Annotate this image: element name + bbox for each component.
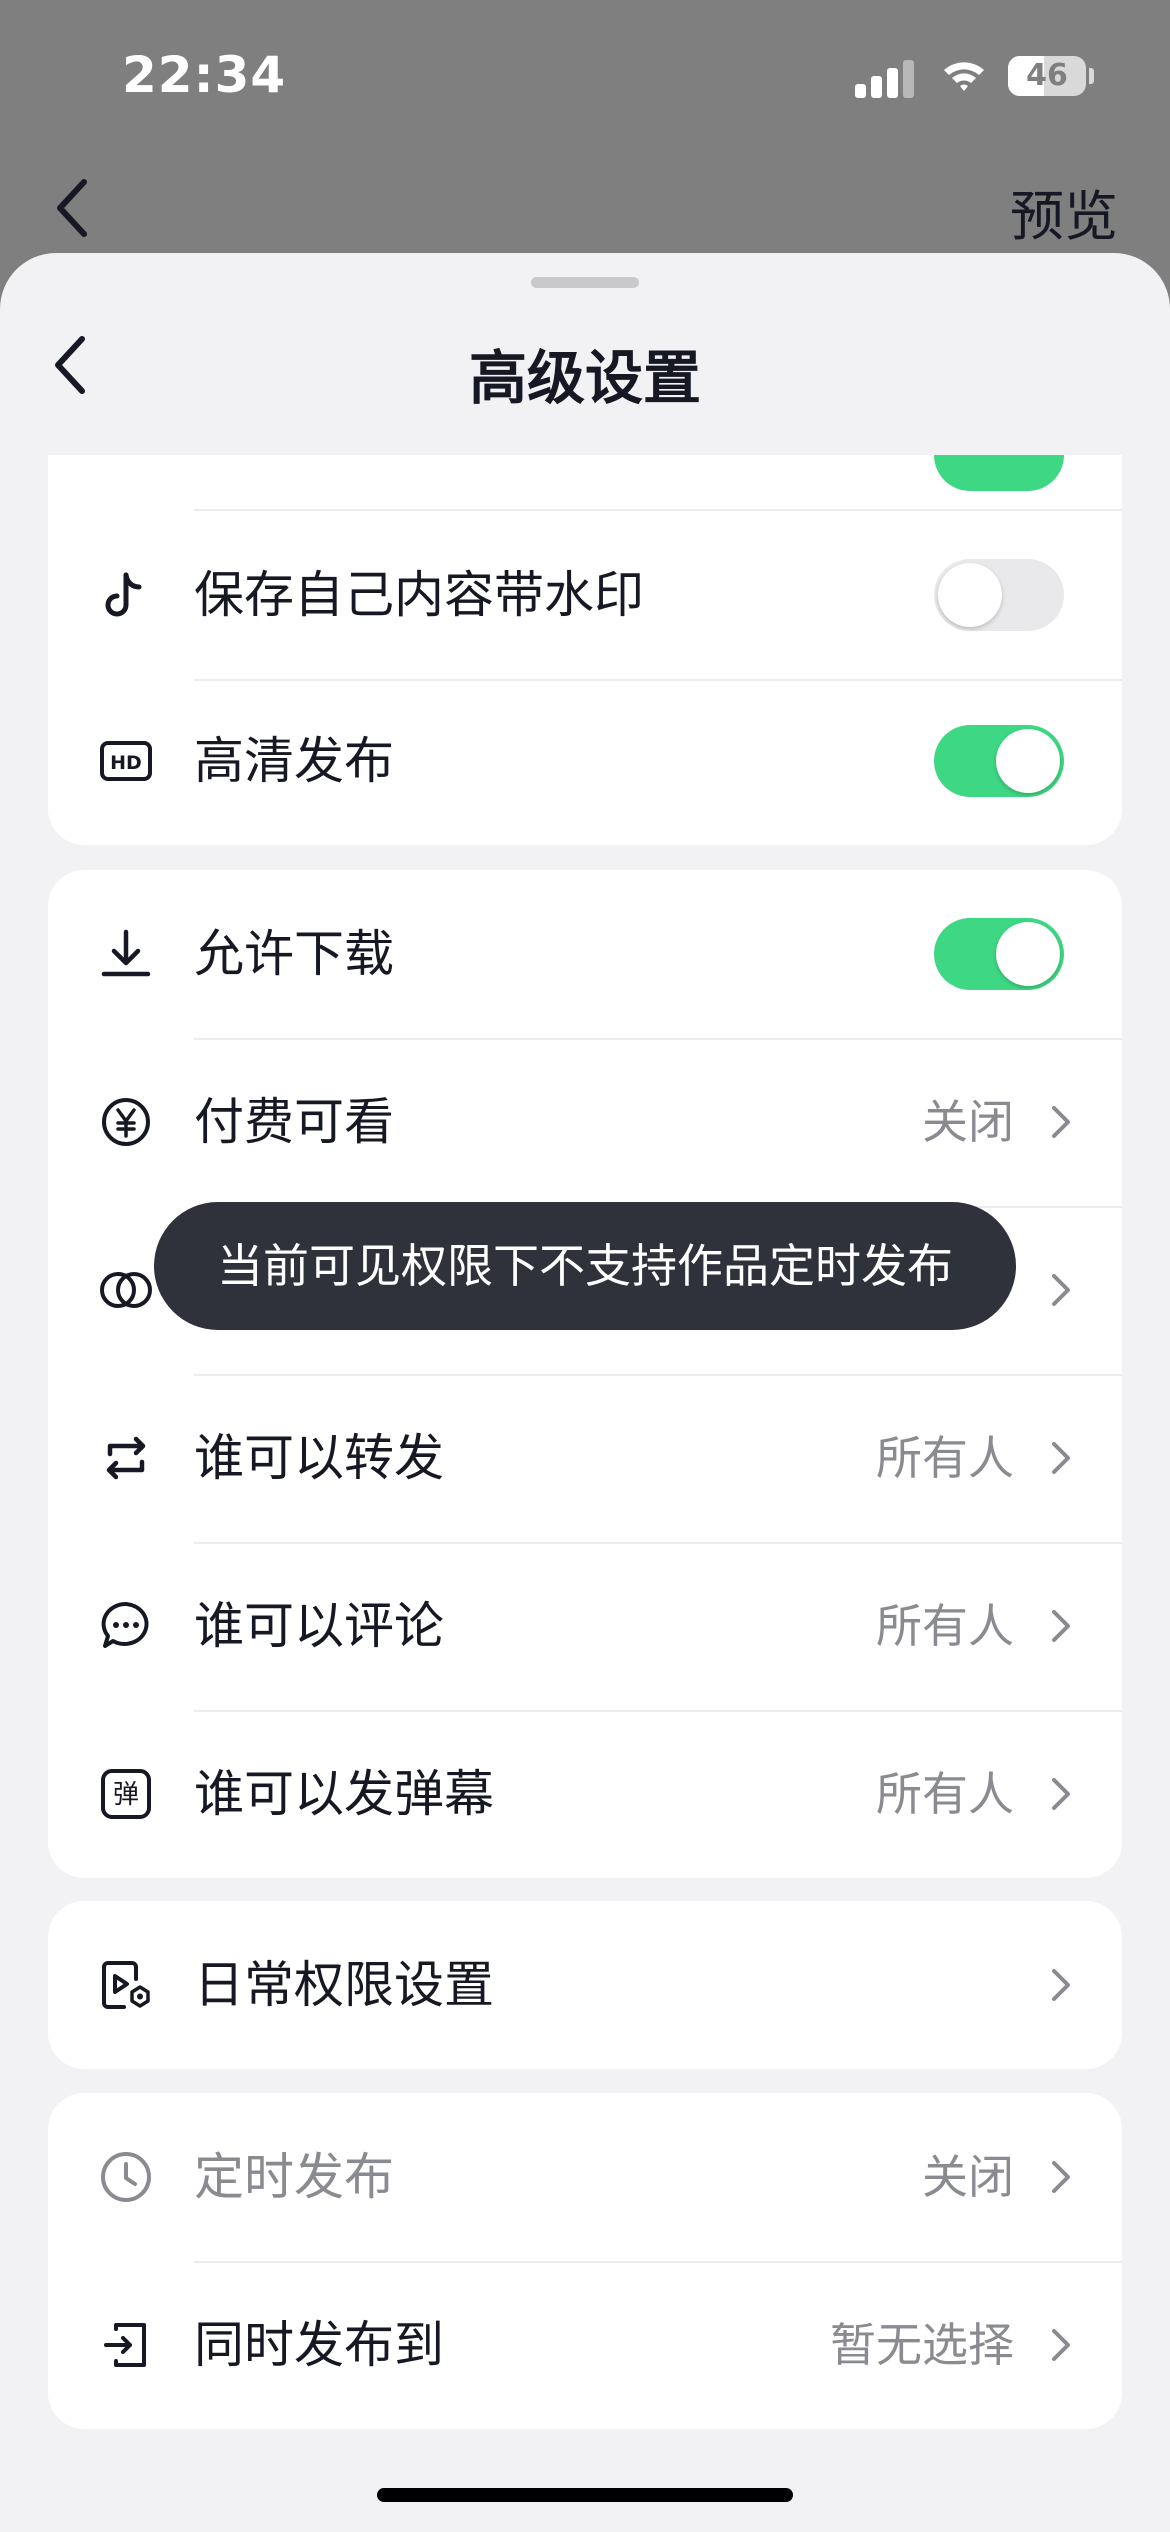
toast-message: 当前可见权限下不支持作品定时发布 <box>154 1202 1016 1330</box>
chevron-right-icon <box>1052 1274 1070 1306</box>
yen-icon <box>102 1098 150 1146</box>
battery-tip <box>1089 68 1094 84</box>
row-hd-publish[interactable]: HD 高清发布 <box>48 677 1122 845</box>
row-daily-permission[interactable]: 日常权限设置 <box>48 1901 1122 2069</box>
share-out-icon <box>104 2323 146 2367</box>
battery-level: 46 <box>1026 58 1068 93</box>
row-value: 关闭 <box>922 1095 1014 1149</box>
sheet-drag-handle[interactable] <box>531 277 639 288</box>
svg-text:HD: HD <box>110 752 142 774</box>
repost-icon <box>106 1436 146 1480</box>
preview-button[interactable]: 预览 <box>1010 172 1118 251</box>
row-value: 暂无选择 <box>830 2318 1014 2372</box>
row-label: 同时发布到 <box>194 2316 444 2374</box>
status-bar: 22:34 46 <box>0 0 1170 150</box>
chevron-right-icon <box>1052 2161 1070 2193</box>
circles-icon <box>100 1272 152 1308</box>
settings-card-publish: 保存自己内容带水印 HD 高清发布 <box>48 455 1122 845</box>
row-label: 谁可以转发 <box>194 1429 444 1487</box>
comment-icon <box>101 1601 149 1648</box>
row-value: 所有人 <box>876 1767 1014 1821</box>
allow-download-toggle[interactable] <box>934 918 1064 990</box>
hd-icon: HD <box>100 741 152 781</box>
row-paid-view[interactable]: 付费可看 关闭 <box>48 1038 1122 1206</box>
cellular-signal-icon <box>855 58 915 98</box>
danmaku-icon-text: 弹 <box>113 1780 139 1810</box>
home-indicator[interactable] <box>377 2488 793 2502</box>
download-icon <box>101 929 151 977</box>
row-label: 定时发布 <box>194 2148 394 2206</box>
chevron-right-icon <box>1052 1106 1070 1138</box>
chevron-right-icon <box>1052 2329 1070 2361</box>
sheet-title: 高级设置 <box>468 344 701 412</box>
hd-publish-toggle[interactable] <box>934 725 1064 797</box>
video-settings-icon <box>102 1961 150 2009</box>
settings-card-schedule: 定时发布 关闭 同时发布到 暂无选择 <box>48 2093 1122 2429</box>
row-label: 高清发布 <box>194 732 394 790</box>
settings-card-permissions: 允许下载 付费可看 关闭 谁可以转发 所有人 谁可以评论 所有人 弹 谁可以发弹… <box>48 870 1122 1878</box>
row-who-can-repost[interactable]: 谁可以转发 所有人 <box>48 1374 1122 1542</box>
battery-icon: 46 <box>1008 56 1086 96</box>
danmaku-icon: 弹 <box>101 1769 151 1819</box>
status-time: 22:34 <box>122 46 287 104</box>
chevron-right-icon <box>1052 1969 1070 2001</box>
advanced-settings-sheet: 高级设置 保存自己内容带水印 HD 高清发布 允许下载 付费可看 关闭 谁可以转… <box>0 253 1170 2532</box>
row-who-can-comment[interactable]: 谁可以评论 所有人 <box>48 1542 1122 1710</box>
chevron-right-icon <box>1052 1778 1070 1810</box>
row-label: 谁可以发弹幕 <box>194 1765 494 1823</box>
row-value: 所有人 <box>876 1431 1014 1485</box>
row-label: 付费可看 <box>194 1093 394 1151</box>
row-label: 允许下载 <box>194 925 394 983</box>
row-label: 谁可以评论 <box>194 1597 444 1655</box>
settings-card-daily: 日常权限设置 <box>48 1901 1122 2069</box>
row-value: 关闭 <box>922 2150 1014 2204</box>
watermark-toggle[interactable] <box>934 559 1064 631</box>
chevron-right-icon <box>1052 1610 1070 1642</box>
clock-icon <box>101 2152 151 2202</box>
row-label: 日常权限设置 <box>194 1956 494 2014</box>
row-publish-also-to[interactable]: 同时发布到 暂无选择 <box>48 2261 1122 2429</box>
row-value: 所有人 <box>876 1599 1014 1653</box>
wifi-icon <box>944 62 984 91</box>
row-scheduled-publish[interactable]: 定时发布 关闭 <box>48 2093 1122 2261</box>
row-who-can-danmaku[interactable]: 弹 谁可以发弹幕 所有人 <box>48 1710 1122 1878</box>
tiktok-icon <box>105 572 142 617</box>
row-allow-download[interactable]: 允许下载 <box>48 870 1122 1038</box>
row-label: 保存自己内容带水印 <box>194 566 644 624</box>
partial-toggle[interactable] <box>934 455 1064 491</box>
row-watermark[interactable]: 保存自己内容带水印 <box>48 511 1122 679</box>
chevron-right-icon <box>1052 1442 1070 1474</box>
back-chevron-icon[interactable] <box>52 178 92 238</box>
